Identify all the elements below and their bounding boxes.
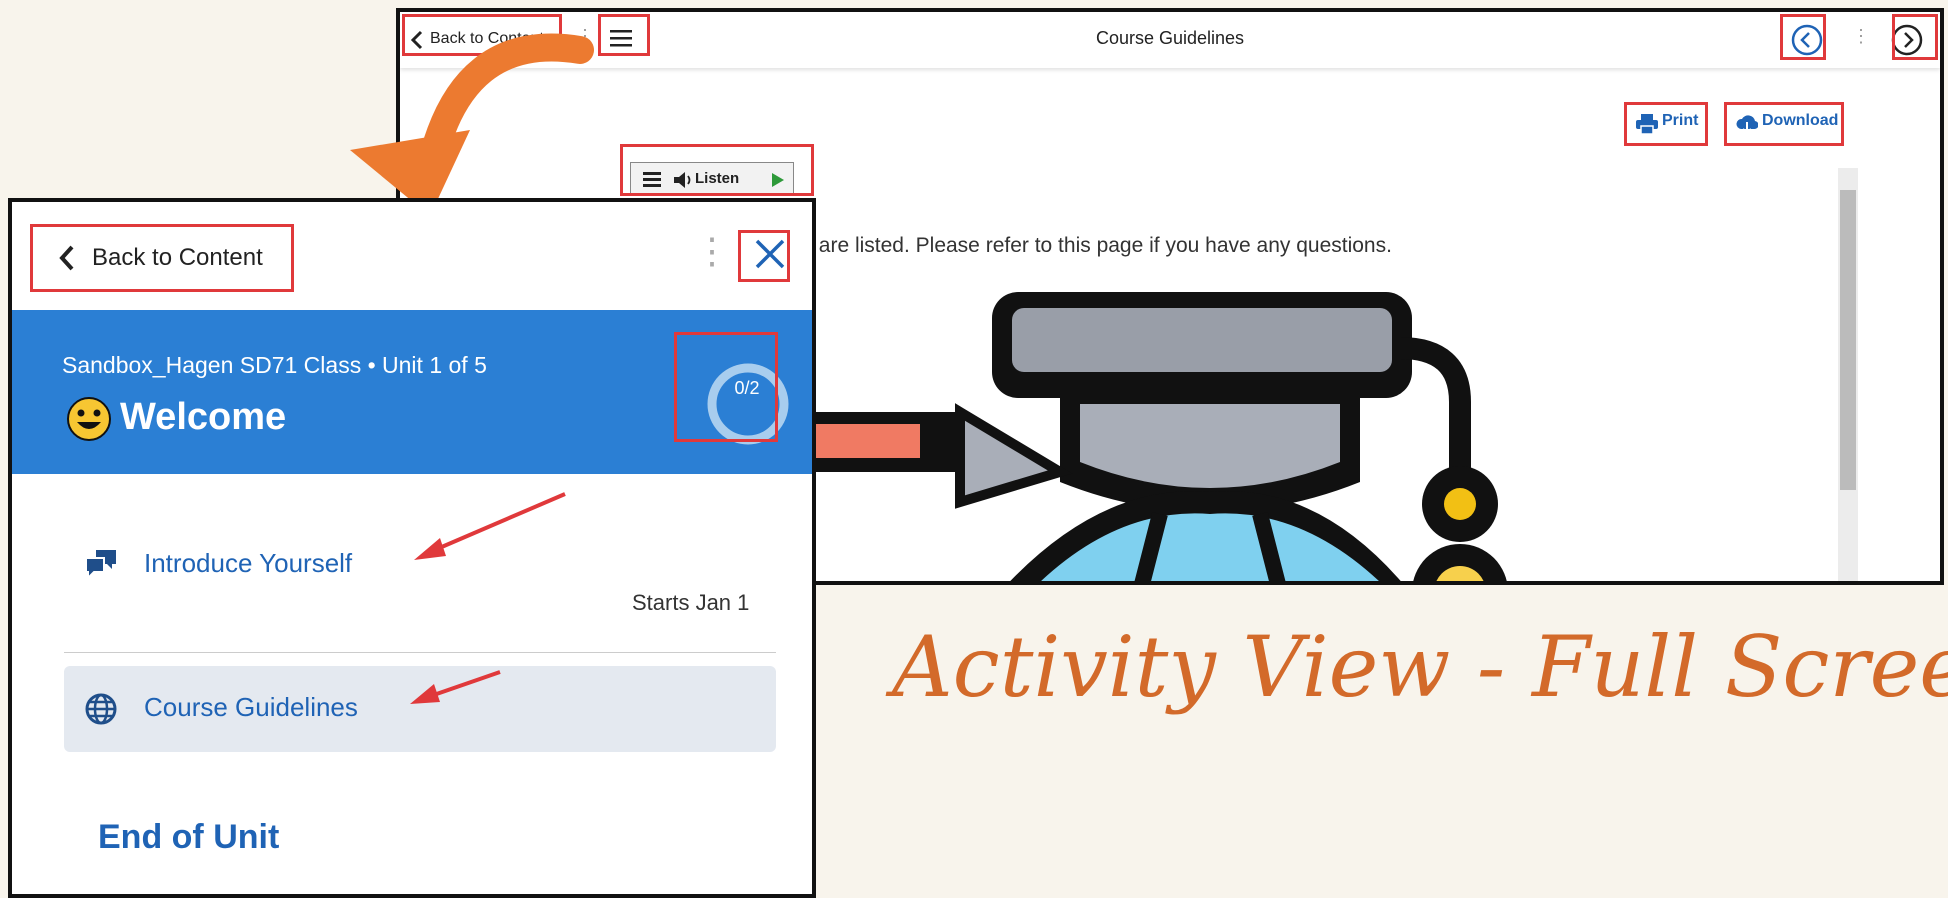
highlight-box: [1724, 102, 1844, 146]
highlight-box: [738, 230, 790, 282]
more-options-icon[interactable]: ⋮: [694, 230, 730, 272]
activity-introduce-yourself[interactable]: Introduce Yourself: [144, 548, 352, 579]
caption: Activity View - Full Screen: [892, 618, 1948, 716]
divider-dots: ⋮: [1852, 26, 1870, 46]
scrollbar-thumb[interactable]: [1840, 190, 1856, 490]
activity-course-guidelines[interactable]: Course Guidelines: [144, 692, 358, 723]
highlight-box: [1624, 102, 1708, 146]
orange-curved-arrow: [350, 33, 594, 216]
globe-icon: [85, 693, 117, 725]
unit-title: Welcome: [120, 396, 287, 438]
start-date: Starts Jan 1: [632, 590, 750, 615]
discussion-icon: [85, 550, 116, 581]
highlight-box: [598, 14, 650, 56]
highlight-box: [30, 224, 294, 292]
highlight-box: [620, 144, 814, 196]
end-of-unit-heading: End of Unit: [98, 818, 280, 856]
highlight-box: [674, 332, 778, 442]
course-unit-line: Sandbox_Hagen SD71 Class • Unit 1 of 5: [62, 352, 487, 378]
red-pointer-arrows: [410, 492, 566, 704]
smiley-face-icon: [67, 397, 111, 441]
highlight-box: [1892, 14, 1938, 60]
scrollbar[interactable]: [1838, 168, 1858, 581]
highlight-box: [1780, 14, 1826, 60]
